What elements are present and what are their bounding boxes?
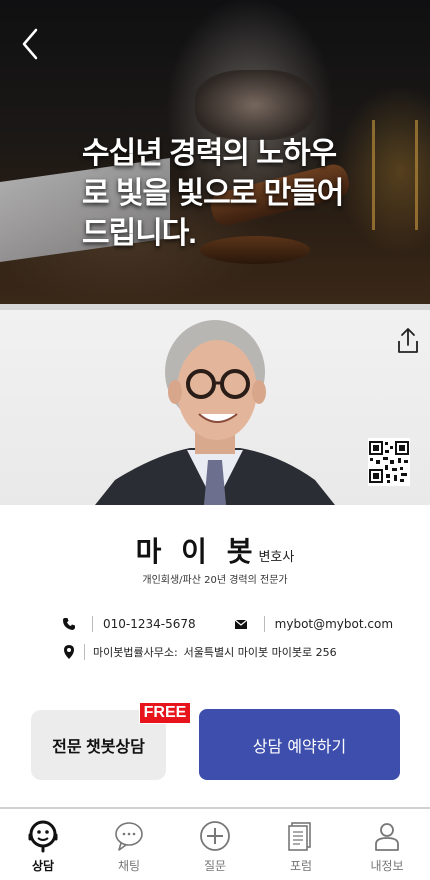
book-consultation-label: 상담 예약하기 bbox=[252, 736, 347, 756]
document-icon bbox=[284, 819, 318, 853]
share-icon bbox=[394, 328, 422, 360]
lawyer-photo bbox=[95, 320, 335, 505]
share-button[interactable] bbox=[394, 326, 422, 356]
back-button[interactable] bbox=[16, 24, 46, 64]
lawyer-subtitle: 개인회생/파산 20년 경력의 전문가 bbox=[142, 575, 288, 586]
plus-circle-icon bbox=[198, 819, 232, 853]
contact-row: 010-1234-5678 mybot@mybot.com bbox=[62, 614, 393, 634]
name-row: 마 이 봇변호사 bbox=[0, 530, 430, 570]
hero-line-3: 드립니다. bbox=[82, 217, 197, 250]
tab-consult[interactable]: 상담 bbox=[0, 809, 86, 880]
tab-label: 포럼 bbox=[289, 859, 313, 873]
office-name: 마이봇법률사무소: bbox=[93, 646, 178, 659]
hero-headline: 수십년 경력의 노하우 로 빛을 빛으로 만들어 드립니다. bbox=[82, 134, 352, 254]
profile-photo-area bbox=[0, 310, 430, 505]
email-address[interactable]: mybot@mybot.com bbox=[275, 617, 393, 631]
tab-label: 내정보 bbox=[370, 859, 404, 873]
tab-label: 채팅 bbox=[117, 859, 141, 873]
chevron-left-icon bbox=[16, 24, 46, 64]
lawyer-name: 마 이 봇 bbox=[135, 536, 259, 567]
tab-my-info[interactable]: 내정보 bbox=[344, 809, 430, 880]
email-icon bbox=[234, 617, 248, 631]
person-icon bbox=[370, 819, 404, 853]
tab-label: 상담 bbox=[31, 859, 55, 873]
hero-line-2: 로 빛을 빛으로 만들어 bbox=[82, 177, 344, 210]
scales-image bbox=[372, 120, 418, 230]
hero-banner: 수십년 경력의 노하우 로 빛을 빛으로 만들어 드립니다. bbox=[0, 0, 430, 304]
chat-icon bbox=[112, 819, 146, 853]
phone-number[interactable]: 010-1234-5678 bbox=[103, 617, 196, 631]
tab-forum[interactable]: 포럼 bbox=[258, 809, 344, 880]
book-consultation-button[interactable]: 상담 예약하기 bbox=[199, 709, 400, 780]
free-badge: FREE bbox=[139, 702, 191, 724]
address-row: 마이봇법률사무소: 서울특별시 마이봇 마이봇로 256 bbox=[62, 642, 337, 662]
map-pin-icon bbox=[62, 644, 76, 660]
tab-question[interactable]: 질문 bbox=[172, 809, 258, 880]
phone-icon bbox=[62, 617, 76, 631]
tab-chat[interactable]: 채팅 bbox=[86, 809, 172, 880]
qr-code[interactable] bbox=[368, 438, 410, 486]
lawyer-title: 변호사 bbox=[258, 550, 295, 565]
bottom-tab-bar: 상담 채팅 질문 포럼 내정보 bbox=[0, 809, 430, 880]
chatbot-consult-label: 전문 챗봇상담 bbox=[52, 739, 145, 756]
consult-icon bbox=[26, 819, 60, 853]
tab-label: 질문 bbox=[203, 859, 227, 873]
office-address: 서울특별시 마이봇 마이봇로 256 bbox=[183, 646, 337, 659]
hero-line-1: 수십년 경력의 노하우 bbox=[82, 137, 337, 170]
